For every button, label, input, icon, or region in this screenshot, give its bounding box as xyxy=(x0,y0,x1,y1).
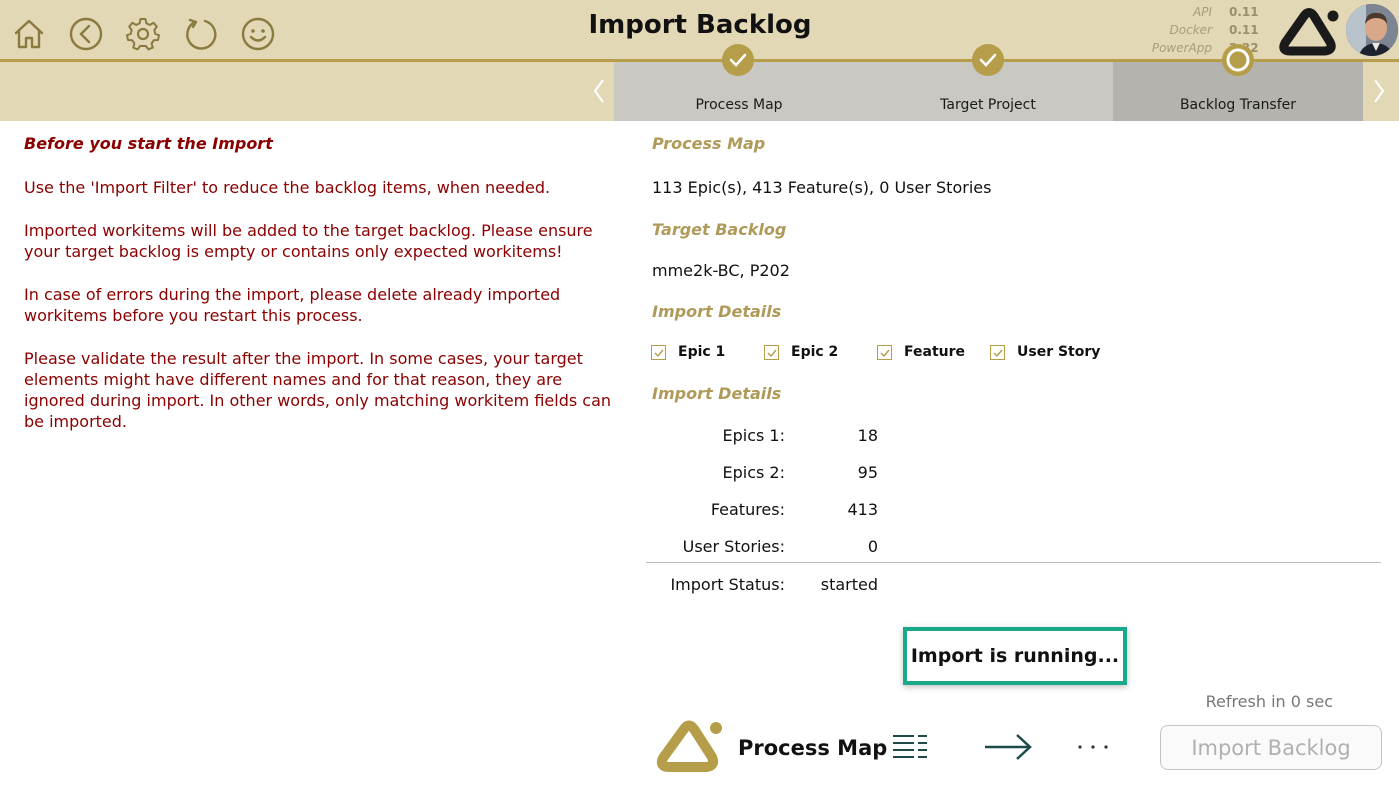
import-backlog-button[interactable]: Import Backlog xyxy=(1160,725,1382,770)
process-map-logo-icon xyxy=(656,718,724,774)
import-details-title: Import Details xyxy=(652,302,782,321)
import-details-title-2: Import Details xyxy=(652,384,782,403)
step-target-project[interactable]: Target Project xyxy=(863,97,1113,113)
step-backlog-transfer[interactable]: Backlog Transfer xyxy=(1113,97,1363,113)
stat-label-epics-1: Epics 1: xyxy=(722,426,786,445)
checkbox-epic-1[interactable]: Epic 1 xyxy=(651,343,725,361)
checkbox-label: Epic 1 xyxy=(678,344,726,360)
import-status-value: started xyxy=(820,575,878,594)
user-avatar[interactable] xyxy=(1344,2,1399,58)
step-done-check-icon xyxy=(722,44,754,76)
refresh-icon[interactable] xyxy=(183,16,219,52)
process-map-summary: 113 Epic(s), 413 Feature(s), 0 User Stor… xyxy=(652,178,992,197)
instruction-paragraph: Use the 'Import Filter' to reduce the ba… xyxy=(24,178,551,197)
stat-label-epics-2: Epics 2: xyxy=(722,463,786,482)
step-done-check-icon xyxy=(972,44,1004,76)
stat-label-user-stories: User Stories: xyxy=(682,537,785,556)
version-label: Docker xyxy=(1169,23,1212,37)
home-icon[interactable] xyxy=(11,16,47,52)
stat-value-epics-1: 18 xyxy=(857,426,878,445)
instruction-paragraph: Please validate the result after the imp… xyxy=(24,349,612,431)
version-value: 0.11 xyxy=(1229,23,1259,37)
step-current-dot-icon xyxy=(1222,44,1254,76)
checkbox-box[interactable] xyxy=(990,344,1005,360)
stat-label-features: Features: xyxy=(710,500,785,519)
more-dots-icon[interactable] xyxy=(1074,735,1112,759)
back-icon[interactable] xyxy=(68,16,104,52)
version-label: API xyxy=(1193,5,1212,19)
process-map-brand-label: Process Map xyxy=(738,736,888,760)
checkbox-label: User Story xyxy=(1017,344,1101,360)
page-title: Import Backlog xyxy=(588,10,812,40)
target-backlog-title: Target Backlog xyxy=(652,220,787,239)
target-backlog-value: mme2k-BC, P202 xyxy=(652,261,790,280)
smiley-icon[interactable] xyxy=(240,16,276,52)
checkbox-label: Epic 2 xyxy=(791,344,839,360)
refresh-countdown: Refresh in 0 sec xyxy=(1205,692,1333,711)
version-label: PowerApp xyxy=(1151,41,1212,55)
checkbox-user-story[interactable]: User Story xyxy=(990,343,1100,361)
process-map-title: Process Map xyxy=(652,134,766,153)
instructions-heading: Before you start the Import xyxy=(24,134,273,153)
version-row-api: API 0.11 xyxy=(1140,3,1265,21)
checkbox-box[interactable] xyxy=(764,344,779,360)
stat-value-features: 413 xyxy=(847,500,878,519)
import-running-message: Import is running... xyxy=(903,627,1127,685)
stat-value-epics-2: 95 xyxy=(857,463,878,482)
checkbox-epic-2[interactable]: Epic 2 xyxy=(764,343,838,361)
step-process-map[interactable]: Process Map xyxy=(614,97,864,113)
import-status-label: Import Status: xyxy=(670,575,785,594)
checkbox-label: Feature xyxy=(904,344,965,360)
list-icon[interactable] xyxy=(892,733,928,761)
chevron-right-icon[interactable] xyxy=(1371,76,1387,106)
stats-divider xyxy=(646,562,1381,563)
version-value: 0.11 xyxy=(1229,5,1259,19)
checkbox-box[interactable] xyxy=(651,344,666,360)
instruction-paragraph: In case of errors during the import, ple… xyxy=(24,285,561,325)
instructions-panel: Before you start the Import Use the 'Imp… xyxy=(24,133,614,454)
chevron-left-icon[interactable] xyxy=(591,76,607,106)
arrow-right-icon xyxy=(983,731,1033,763)
checkbox-feature[interactable]: Feature xyxy=(877,343,965,361)
checkbox-box[interactable] xyxy=(877,344,892,360)
stat-value-user-stories: 0 xyxy=(867,537,878,556)
version-row-docker: Docker 0.11 xyxy=(1140,21,1265,39)
instruction-paragraph: Imported workitems will be added to the … xyxy=(24,221,593,261)
app-logo-icon xyxy=(1278,6,1340,58)
gear-icon[interactable] xyxy=(125,16,161,52)
